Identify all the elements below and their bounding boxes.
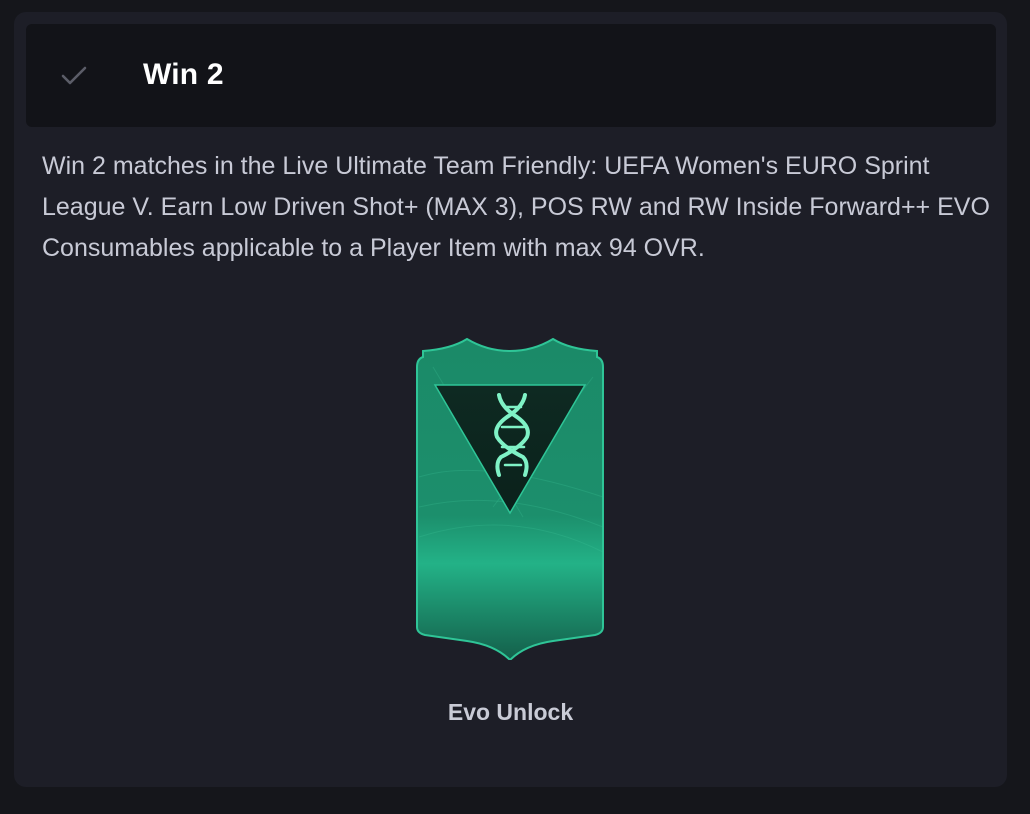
check-icon: [61, 66, 87, 85]
objective-header[interactable]: Win 2: [26, 24, 996, 127]
evo-unlock-card[interactable]: [403, 337, 617, 660]
objective-title: Win 2: [143, 58, 224, 91]
objective-panel: Win 2 Win 2 matches in the Live Ultimate…: [14, 12, 1007, 787]
reward-label: Evo Unlock: [447, 699, 574, 725]
objective-description: Win 2 matches in the Live Ultimate Team …: [42, 152, 990, 262]
